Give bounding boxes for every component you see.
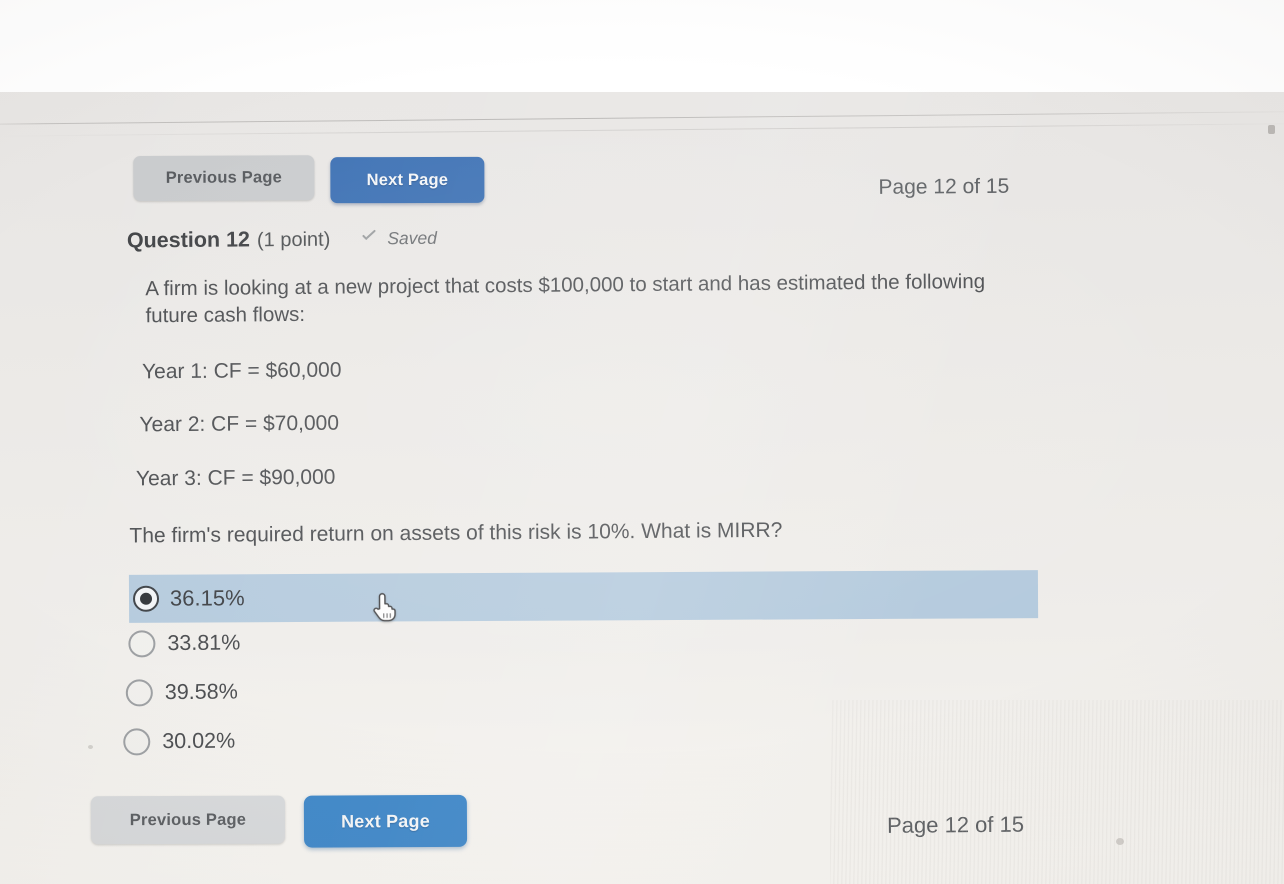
question-closing-text: The firm's required return on assets of … xyxy=(129,518,783,548)
previous-page-button-top[interactable]: Previous Page xyxy=(133,155,315,202)
cash-flow-year-2: Year 2: CF = $70,000 xyxy=(139,411,340,437)
question-intro-text: A firm is looking at a new project that … xyxy=(145,269,991,327)
question-header: Question 12 (1 point) Saved xyxy=(127,226,437,254)
answer-option[interactable]: 39.58% xyxy=(125,679,238,707)
previous-page-button-bottom[interactable]: Previous Page xyxy=(90,795,286,845)
quiz-content: Previous Page Next Page Page 12 of 15 Qu… xyxy=(0,0,1284,884)
answer-option-label: 39.58% xyxy=(164,679,238,705)
next-page-button-top[interactable]: Next Page xyxy=(330,156,485,204)
question-title: Question 12 xyxy=(126,227,251,253)
answer-option[interactable]: 33.81% xyxy=(128,629,241,658)
cash-flow-year-3: Year 3: CF = $90,000 xyxy=(135,465,336,491)
answer-option-label: 33.81% xyxy=(167,630,241,656)
next-page-button-bottom[interactable]: Next Page xyxy=(303,794,468,848)
answer-option-selected[interactable]: 36.15% xyxy=(128,570,1039,623)
answer-option-label: 30.02% xyxy=(162,728,236,754)
radio-button-selected[interactable] xyxy=(132,585,160,612)
radio-button[interactable] xyxy=(123,728,151,756)
answer-option-label: 36.15% xyxy=(169,585,245,611)
question-points: (1 point) xyxy=(256,228,331,252)
radio-button[interactable] xyxy=(128,630,156,658)
saved-status: Saved xyxy=(361,228,437,250)
saved-label: Saved xyxy=(387,227,438,249)
check-icon xyxy=(361,232,378,245)
cash-flow-year-1: Year 1: CF = $60,000 xyxy=(141,358,342,384)
page-indicator-top: Page 12 of 15 xyxy=(878,174,1010,199)
photographed-screen: Previous Page Next Page Page 12 of 15 Qu… xyxy=(0,0,1284,884)
radio-button[interactable] xyxy=(125,679,153,707)
answer-option[interactable]: 30.02% xyxy=(123,728,235,756)
page-indicator-bottom: Page 12 of 15 xyxy=(886,811,1025,838)
